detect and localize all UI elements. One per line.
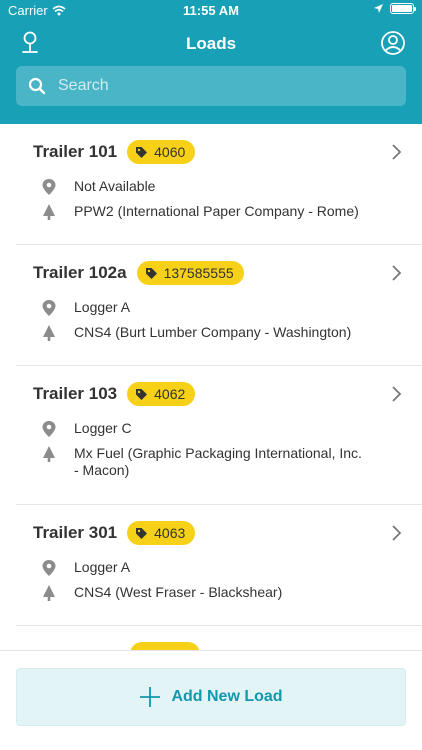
load-location-row: Logger C bbox=[41, 420, 364, 438]
search-bar[interactable] bbox=[16, 66, 406, 106]
location-pin-icon bbox=[42, 421, 56, 437]
tree-icon bbox=[43, 585, 55, 601]
tag-icon bbox=[136, 388, 148, 400]
tag-icon bbox=[136, 146, 148, 158]
location-pin-icon bbox=[42, 560, 56, 576]
location-pin-icon bbox=[42, 179, 56, 195]
load-item-trailer-103[interactable]: Trailer 103 4062 Logger C Mx Fuel (Graph… bbox=[16, 366, 422, 505]
battery-icon bbox=[390, 3, 416, 14]
status-time: 11:55 AM bbox=[183, 3, 239, 18]
load-header: Trailer 102a 137585555 bbox=[33, 261, 244, 285]
load-destination-text: Mx Fuel (Graphic Packaging International… bbox=[74, 445, 362, 478]
load-tag-number: 4060 bbox=[154, 144, 186, 160]
load-location-row: Not Available bbox=[41, 178, 364, 196]
load-destination-row: CNS4 (West Fraser - Blackshear) bbox=[41, 584, 364, 602]
load-location-text: Logger C bbox=[74, 420, 132, 436]
load-location-text: Logger A bbox=[74, 559, 131, 575]
load-destination-text: CNS4 (West Fraser - Blackshear) bbox=[74, 584, 283, 600]
load-header: Trailer 101 4060 bbox=[33, 140, 196, 164]
load-item-partial[interactable] bbox=[16, 626, 422, 650]
load-tag-number: 4062 bbox=[154, 386, 186, 402]
user-profile-icon bbox=[381, 31, 405, 55]
search-icon bbox=[28, 77, 46, 95]
tag-icon bbox=[145, 267, 157, 279]
navbar: Loads bbox=[0, 26, 422, 62]
load-header: Trailer 301 4063 bbox=[33, 521, 196, 545]
load-destination-text: CNS4 (Burt Lumber Company - Washington) bbox=[74, 324, 352, 340]
load-destination-row: CNS4 (Burt Lumber Company - Washington) bbox=[41, 324, 364, 342]
chevron-right-icon bbox=[392, 386, 402, 402]
loads-list: Trailer 101 4060 Not Available PPW2 (Int… bbox=[0, 124, 422, 650]
load-location-text: Not Available bbox=[74, 178, 156, 194]
load-destination-row: PPW2 (International Paper Company - Rome… bbox=[41, 203, 364, 221]
search-input[interactable] bbox=[46, 66, 406, 106]
load-item-trailer-101[interactable]: Trailer 101 4060 Not Available PPW2 (Int… bbox=[16, 124, 422, 245]
load-title: Trailer 103 bbox=[33, 384, 118, 403]
load-title: Trailer 301 bbox=[33, 523, 118, 542]
load-location-row: Logger A bbox=[41, 299, 364, 317]
page-title: Loads bbox=[185, 34, 237, 53]
load-location-text: Logger A bbox=[74, 299, 131, 315]
status-right bbox=[373, 3, 416, 14]
tag-icon bbox=[136, 527, 148, 539]
load-item-trailer-301[interactable]: Trailer 301 4063 Logger A CNS4 (West Fra… bbox=[16, 505, 422, 626]
load-tag-badge: 4063 bbox=[127, 521, 196, 545]
location-pin-icon bbox=[42, 300, 56, 316]
load-tag-number: 4063 bbox=[154, 525, 186, 541]
chevron-right-icon bbox=[392, 525, 402, 541]
add-new-load-label: Add New Load bbox=[171, 688, 283, 705]
tree-icon bbox=[43, 204, 55, 220]
add-new-load-button[interactable]: Add New Load bbox=[16, 668, 406, 726]
load-header: Trailer 103 4062 bbox=[33, 382, 196, 406]
load-tag-badge bbox=[130, 642, 200, 650]
profile-button[interactable] bbox=[380, 30, 406, 56]
load-title: Trailer 101 bbox=[33, 142, 118, 161]
plus-icon bbox=[140, 687, 161, 707]
tree-icon bbox=[43, 325, 55, 341]
load-destination-text: PPW2 (International Paper Company - Rome… bbox=[74, 203, 359, 219]
status-bar: Carrier 11:55 AM bbox=[0, 0, 422, 22]
location-arrow-icon bbox=[374, 4, 383, 13]
tree-icon bbox=[43, 446, 55, 462]
load-tag-badge: 4062 bbox=[127, 382, 196, 406]
load-tag-badge: 4060 bbox=[127, 140, 196, 164]
load-item-trailer-102a[interactable]: Trailer 102a 137585555 Logger A CNS4 (Bu… bbox=[16, 245, 422, 366]
bottom-bar: Add New Load bbox=[0, 650, 422, 750]
load-destination-row: Mx Fuel (Graphic Packaging International… bbox=[41, 445, 364, 479]
load-tag-badge: 137585555 bbox=[136, 261, 244, 285]
chevron-right-icon bbox=[392, 144, 402, 160]
load-location-row: Logger A bbox=[41, 559, 364, 577]
load-title: Trailer 102a bbox=[33, 263, 127, 282]
header: Carrier 11:55 AM Loads bbox=[0, 0, 422, 124]
load-tag-number: 137585555 bbox=[163, 265, 234, 281]
chevron-right-icon bbox=[392, 265, 402, 281]
